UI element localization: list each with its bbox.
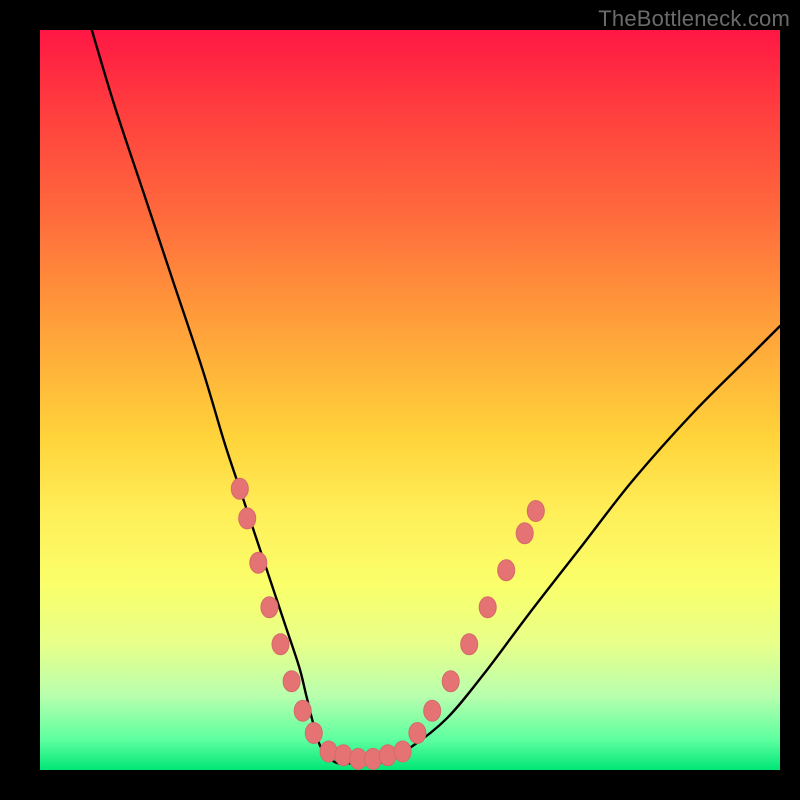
- curve-marker: [516, 523, 533, 544]
- curve-marker: [527, 501, 544, 522]
- chart-plot-area: [40, 30, 780, 770]
- curve-marker: [272, 634, 289, 655]
- curve-markers: [231, 478, 544, 769]
- curve-marker: [365, 748, 382, 769]
- curve-marker: [461, 634, 478, 655]
- curve-marker: [294, 700, 311, 721]
- curve-marker: [305, 723, 322, 744]
- bottleneck-curve-svg: [40, 30, 780, 770]
- chart-frame: TheBottleneck.com: [0, 0, 800, 800]
- curve-marker: [479, 597, 496, 618]
- curve-marker: [261, 597, 278, 618]
- bottleneck-curve-line: [92, 30, 780, 764]
- curve-marker: [442, 671, 459, 692]
- curve-marker: [283, 671, 300, 692]
- curve-marker: [231, 478, 248, 499]
- curve-marker: [239, 508, 256, 529]
- curve-marker: [320, 741, 337, 762]
- curve-marker: [394, 741, 411, 762]
- curve-marker: [424, 700, 441, 721]
- watermark-text: TheBottleneck.com: [598, 6, 790, 32]
- curve-marker: [409, 723, 426, 744]
- curve-marker: [379, 745, 396, 766]
- curve-marker: [335, 745, 352, 766]
- curve-marker: [250, 552, 267, 573]
- curve-marker: [498, 560, 515, 581]
